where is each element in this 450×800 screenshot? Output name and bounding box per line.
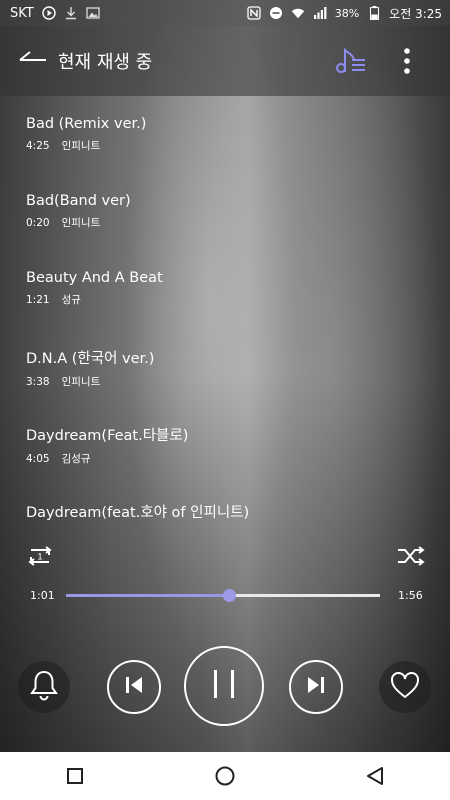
image-icon	[86, 6, 100, 20]
track-duration: 3:38	[26, 376, 50, 388]
clock: 오전 3:25	[389, 6, 442, 21]
track-title: Daydream(Feat.타블로)	[26, 428, 189, 444]
track-artist: 인피니트	[61, 376, 101, 388]
track-title: Bad(Band ver)	[26, 193, 131, 209]
wifi-icon	[291, 6, 305, 20]
previous-button[interactable]	[107, 660, 161, 714]
status-bar: SKT 38% 오전 3:25	[0, 0, 450, 26]
track-duration: 4:25	[26, 140, 50, 152]
battery-percent: 38%	[334, 6, 360, 20]
dnd-icon	[269, 6, 283, 20]
track-duration: 1:21	[26, 294, 50, 306]
signal-icon	[313, 6, 327, 20]
playlist: Bad (Remix ver.) 4:25 인피니트 Bad(Band ver) …	[0, 96, 450, 524]
next-button[interactable]	[289, 660, 343, 714]
nfc-icon	[247, 6, 261, 20]
playlist-queue-icon[interactable]	[332, 44, 368, 78]
play-status-icon	[42, 6, 56, 20]
battery-icon	[367, 6, 381, 20]
current-time: 1:01	[30, 589, 55, 602]
shuffle-icon[interactable]	[396, 545, 426, 567]
square-icon[interactable]	[55, 756, 95, 796]
seek-bar-fill	[66, 594, 230, 597]
previous-icon	[123, 674, 145, 700]
next-icon	[305, 674, 327, 700]
repeat-one-icon[interactable]: 1	[26, 545, 54, 567]
track-artist: 인피니트	[61, 140, 101, 152]
download-icon	[64, 6, 78, 20]
more-vert-icon[interactable]	[398, 44, 416, 78]
seek-bar[interactable]	[66, 589, 380, 602]
track-artist: 성규	[61, 294, 81, 306]
favorite-button[interactable]	[379, 661, 431, 713]
pause-icon	[211, 668, 237, 704]
page-title: 현재 재생 중	[58, 52, 153, 73]
track-artist: 인피니트	[61, 217, 101, 229]
playlist-item[interactable]: Bad (Remix ver.) 4:25 인피니트	[26, 116, 426, 153]
carrier-label: SKT	[10, 5, 34, 21]
track-title: Bad (Remix ver.)	[26, 116, 147, 132]
player-screen: SKT 38% 오전 3:25 현재 재생 중 Bad (Remix ver.)…	[0, 0, 450, 752]
alarm-button[interactable]	[18, 661, 70, 713]
track-artist: 김성규	[61, 453, 91, 465]
system-nav-bar	[0, 752, 450, 800]
total-time: 1:56	[398, 589, 423, 602]
app-header: 현재 재생 중	[0, 26, 450, 96]
track-title: Daydream(feat.호야 of 인피니트)	[26, 505, 250, 521]
track-title: Beauty And A Beat	[26, 270, 163, 286]
track-duration: 4:05	[26, 453, 50, 465]
play-pause-button[interactable]	[184, 646, 264, 726]
triangle-back-icon[interactable]	[355, 756, 395, 796]
playlist-item[interactable]: Daydream(Feat.타블로) 4:05 김성규	[26, 424, 426, 466]
track-title: D.N.A (한국어 ver.)	[26, 351, 155, 367]
playlist-item[interactable]: Daydream(feat.호야 of 인피니트)	[26, 501, 426, 524]
playlist-item[interactable]: Beauty And A Beat 1:21 성규	[26, 270, 426, 307]
repeat-one-badge: 1	[37, 552, 42, 562]
bell-icon	[29, 669, 59, 705]
back-arrow-icon[interactable]	[18, 48, 48, 72]
heart-icon	[389, 670, 421, 704]
playlist-item[interactable]: Bad(Band ver) 0:20 인피니트	[26, 193, 426, 230]
track-duration: 0:20	[26, 217, 50, 229]
playlist-item[interactable]: D.N.A (한국어 ver.) 3:38 인피니트	[26, 347, 426, 389]
circle-icon[interactable]	[205, 756, 245, 796]
seek-bar-knob[interactable]	[223, 589, 237, 602]
